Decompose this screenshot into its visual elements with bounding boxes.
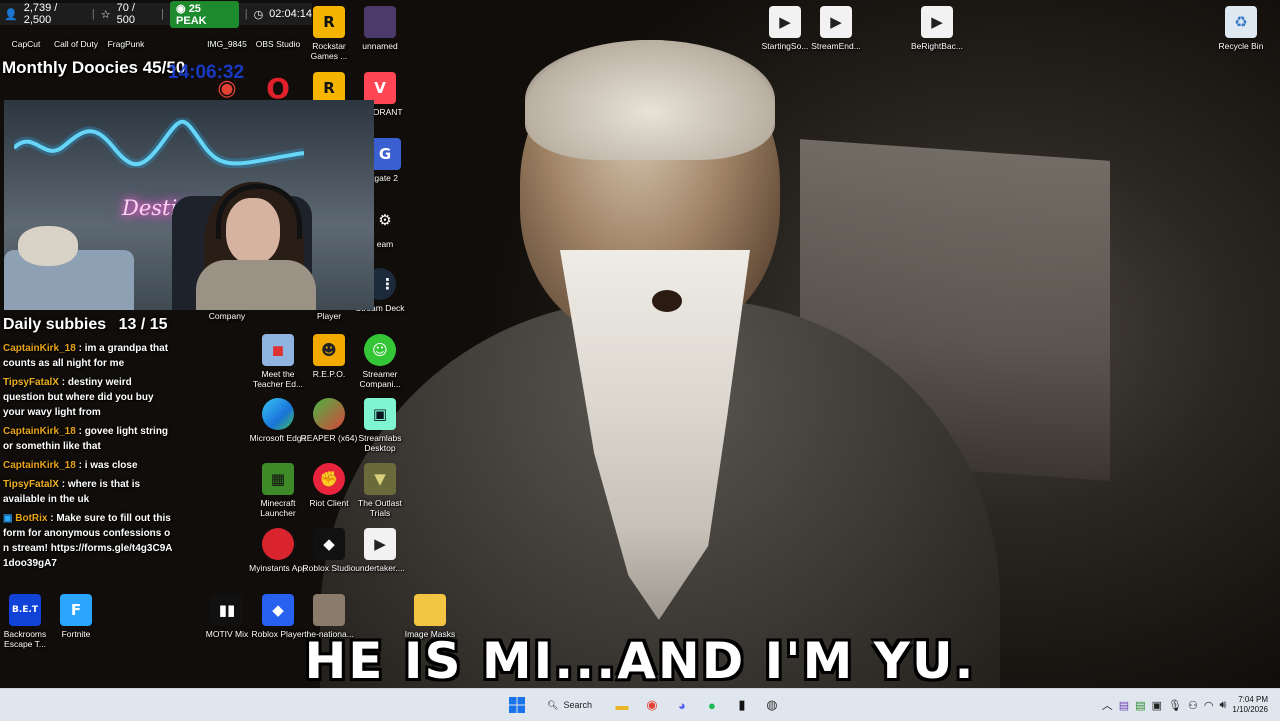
desktop-icon-streamlabs[interactable]: ▣ Streamlabs Desktop (350, 398, 410, 453)
wifi-icon[interactable]: ◠ (1204, 699, 1214, 712)
riot-icon: ✊ (313, 463, 345, 495)
outlast-icon: ▼ (364, 463, 396, 495)
video-file-icon: ▶ (921, 6, 953, 38)
chat-username: TipsyFatalX (3, 479, 59, 490)
chevron-up-icon[interactable]: ︿ (1102, 697, 1113, 713)
follower-icon: 👤 (4, 8, 18, 21)
wallpaper-man-scalp (525, 40, 775, 160)
chat-text: : i was close (78, 460, 138, 471)
image-file-icon (364, 6, 396, 38)
desktop-icon-outlast[interactable]: ▼ The Outlast Trials (350, 463, 410, 518)
roblox-icon: ◆ (262, 594, 294, 626)
streamer-body (196, 260, 316, 310)
chat-message: ▣ BotRix : Make sure to fill out this fo… (0, 511, 176, 571)
desktop-icon-unnamed[interactable]: unnamed (350, 6, 410, 51)
reaper-icon (313, 398, 345, 430)
game-icon: ◼ (262, 334, 294, 366)
search-icon: 🔍︎ (547, 699, 559, 710)
separator: | (244, 8, 248, 20)
webcam-plush-toy (18, 226, 78, 266)
desktop-icon-recycle-bin[interactable]: ♻ Recycle Bin (1211, 6, 1271, 51)
desktop-icon-undertaker[interactable]: ▶ undertaker.... (350, 528, 410, 573)
motiv-icon: ▮▮ (211, 594, 243, 626)
chat-username: CaptainKirk_18 (3, 460, 76, 471)
folder-icon (414, 594, 446, 626)
volume-icon[interactable]: 🔊︎ (1219, 699, 1226, 712)
tray-app-icon[interactable]: ▤ (1119, 699, 1129, 712)
fortnite-icon: F (60, 594, 92, 626)
microphone-icon[interactable]: 🎙︎ (1168, 699, 1182, 712)
desktop-icon-image-masks[interactable]: Image Masks (400, 594, 460, 639)
stream-clock: 14:06:32 (168, 62, 245, 83)
chat-username: CaptainKirk_18 (3, 343, 76, 354)
taskbar: 🔍︎ Search ▬ ◉ ◕ ● ▮ ◍ ︿ ▤ ▤ ▣ 🎙︎ ⚇ ◠ 🔊︎ … (0, 688, 1280, 721)
taskbar-search[interactable]: 🔍︎ Search (535, 693, 604, 717)
desktop-icon-be-right-back[interactable]: ▶ BeRightBac... (907, 6, 967, 51)
sub-goal: 70 / 500 (116, 2, 135, 26)
chat-message: TipsyFatalX : destiny weird question but… (0, 375, 176, 420)
chat-username: BotRix (15, 513, 48, 524)
clock-time: 7:04 PM (1238, 695, 1268, 704)
tray-app-icon[interactable]: ▤ (1135, 699, 1145, 712)
meme-caption: HE IS MI...AND I'M YU. (304, 632, 976, 690)
streamer-companion-icon: ☺ (364, 334, 396, 366)
chat-message: CaptainKirk_18 : govee light string or s… (0, 424, 176, 454)
chat-message: TipsyFatalX : where is that is available… (0, 477, 176, 507)
taskbar-clock[interactable]: 7:04 PM 1/10/2026 (1232, 695, 1268, 715)
wallpaper-man-mouth (652, 290, 682, 312)
tray-app-icon[interactable]: ⚇ (1188, 699, 1198, 712)
separator: | (91, 8, 95, 20)
follower-goal: 2,739 / 2,500 (23, 2, 58, 26)
roblox-studio-icon: ◆ (313, 528, 345, 560)
subbies-count: 13 / 15 (118, 316, 168, 333)
taskbar-apps: 🔍︎ Search ▬ ◉ ◕ ● ▮ ◍ (505, 689, 784, 721)
video-file-icon: ▶ (820, 6, 852, 38)
desktop-icon-fortnite[interactable]: F Fortnite (46, 594, 106, 639)
chat-username: TipsyFatalX (3, 377, 59, 388)
minecraft-icon: ▦ (262, 463, 294, 495)
obs-icon[interactable]: ◍ (760, 693, 784, 717)
stream-stats-bar: 👤 2,739 / 2,500 | ☆ 70 / 500 | ◉ 25 PEAK… (0, 0, 312, 28)
recycle-bin-icon: ♻ (1225, 6, 1257, 38)
bet-icon: B.E.T (9, 594, 41, 626)
desktop-icon-streamer-companion[interactable]: ☺ Streamer Compani... (350, 334, 410, 389)
video-file-icon: ▶ (769, 6, 801, 38)
subbies-title: Daily subbies (3, 316, 107, 333)
monthly-goal-title: Monthly Doocies 45/50 (2, 58, 186, 77)
video-file-icon: ▶ (364, 528, 396, 560)
system-tray: ︿ ▤ ▤ ▣ 🎙︎ ⚇ ◠ 🔊︎ 7:04 PM 1/10/2026 (1102, 689, 1268, 721)
webcam-feed: Destiny (4, 100, 374, 310)
chat-overlay: CaptainKirk_18 : im a grandpa that count… (0, 341, 176, 575)
chat-message: CaptainKirk_18 : i was close (0, 458, 176, 473)
file-explorer-icon[interactable]: ▬ (610, 693, 634, 717)
repo-icon: ☻ (313, 334, 345, 366)
start-button[interactable] (505, 693, 529, 717)
chat-message: CaptainKirk_18 : im a grandpa that count… (0, 341, 176, 371)
search-label: Search (563, 700, 592, 710)
chrome-icon[interactable]: ◉ (640, 693, 664, 717)
desktop-icon-the-national[interactable]: the-nationa... (299, 594, 359, 639)
streamlabs-icon: ▣ (364, 398, 396, 430)
daily-subbies-goal: Daily subbies 13 / 15 (3, 316, 168, 334)
rockstar-icon: R (313, 6, 345, 38)
edge-icon (262, 398, 294, 430)
myinstants-icon (262, 528, 294, 560)
separator: | (161, 8, 165, 20)
image-file-icon (313, 594, 345, 626)
discord-icon[interactable]: ◕ (670, 693, 694, 717)
peak-viewers-badge: ◉ 25 PEAK (170, 0, 239, 28)
bot-icon: ▣ (3, 513, 13, 524)
motiv-icon[interactable]: ▮ (730, 693, 754, 717)
tray-app-icon[interactable]: ▣ (1152, 699, 1162, 712)
windows-icon (509, 697, 525, 713)
eye-icon: ◉ (176, 2, 186, 15)
neon-wave-light (14, 118, 304, 168)
chat-username: CaptainKirk_18 (3, 426, 76, 437)
clock-date: 1/10/2026 (1232, 705, 1268, 714)
star-icon: ☆ (100, 8, 111, 21)
uptime: 02:04:14 (269, 8, 312, 20)
spotify-icon[interactable]: ● (700, 693, 724, 717)
clock-icon: ◷ (253, 8, 264, 21)
desktop-icon-stream-end[interactable]: ▶ StreamEnd... (806, 6, 866, 51)
